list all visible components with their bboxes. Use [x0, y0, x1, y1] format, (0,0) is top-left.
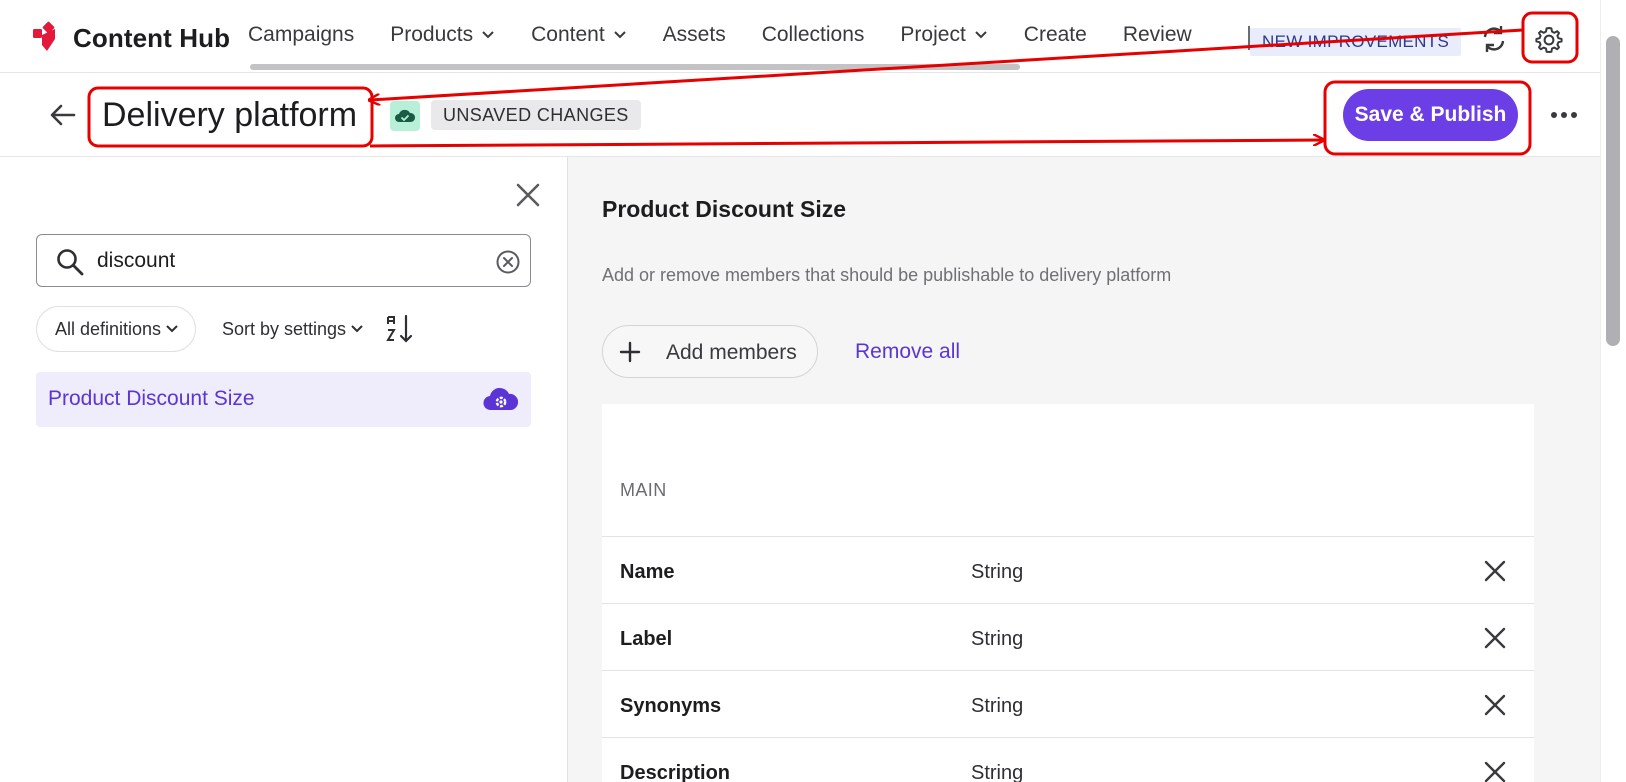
unsaved-changes-badge: UNSAVED CHANGES — [431, 100, 641, 130]
nav-item-label: Content — [531, 23, 605, 46]
back-arrow-icon[interactable] — [46, 98, 80, 132]
sort-label: Sort by settings — [222, 318, 347, 339]
chevron-down-icon — [613, 31, 626, 39]
nav-item-label: Campaigns — [248, 23, 355, 46]
definitions-panel: All definitions Sort by settings Product… — [0, 157, 568, 782]
definitions-filter[interactable]: All definitions — [36, 306, 197, 352]
nav-item-review[interactable]: Review — [1123, 23, 1192, 47]
filter-label: All definitions — [55, 318, 162, 339]
remove-member-icon[interactable] — [1483, 760, 1507, 782]
brand[interactable]: Content Hub — [31, 20, 230, 56]
table-row: Description String — [602, 737, 1534, 782]
nav-item-content[interactable]: Content — [531, 23, 627, 47]
sort-dropdown[interactable]: Sort by settings — [222, 315, 364, 343]
nav-item-products[interactable]: Products — [390, 23, 495, 47]
remove-member-icon[interactable] — [1483, 559, 1507, 583]
members-panel: Product Discount Size Add or remove memb… — [568, 157, 1600, 782]
chevron-down-icon — [166, 325, 178, 333]
member-name: Synonyms — [620, 695, 722, 717]
nav-item-label: Products — [390, 23, 474, 46]
content-hub-logo-icon — [33, 21, 55, 51]
add-members-button[interactable]: Add members — [602, 325, 818, 378]
gear-icon — [1535, 27, 1563, 53]
nav-item-create[interactable]: Create — [1024, 23, 1087, 47]
chevron-down-icon — [975, 31, 987, 39]
members-rows: Name String Label String Synonyms String… — [602, 536, 1534, 782]
table-row: Label String — [602, 603, 1534, 670]
chevron-down-icon — [351, 325, 363, 333]
section-description: Add or remove members that should be pub… — [602, 265, 1172, 285]
save-publish-button[interactable]: Save & Publish — [1343, 89, 1518, 141]
page: Content Hub Campaigns Products Content A… — [0, 0, 1626, 782]
members-table: MAIN Name String Label String Synonyms S… — [602, 404, 1534, 782]
cloud-settings-icon — [483, 387, 519, 411]
member-name: Name — [620, 561, 675, 583]
search-input[interactable] — [97, 243, 477, 279]
section-title: Product Discount Size — [602, 196, 847, 222]
remove-member-icon[interactable] — [1483, 693, 1507, 717]
table-row: Name String — [602, 536, 1534, 603]
close-icon[interactable] — [512, 179, 544, 211]
nav-item-label: Project — [900, 23, 966, 46]
nav-item-label: Create — [1023, 23, 1087, 46]
plus-icon — [619, 341, 641, 363]
member-type: String — [971, 628, 1024, 650]
nav-item-label: Collections — [761, 23, 865, 46]
member-type: String — [971, 762, 1024, 782]
member-type: String — [971, 695, 1024, 717]
nav-item-label: Review — [1122, 23, 1192, 46]
add-members-label: Add members — [666, 341, 797, 364]
more-options-button[interactable] — [1547, 100, 1581, 130]
brand-name: Content Hub — [73, 22, 231, 53]
member-type: String — [971, 561, 1024, 583]
nav-item-campaigns[interactable]: Campaigns — [248, 23, 354, 47]
nav-item-project[interactable]: Project — [900, 23, 987, 47]
remove-member-icon[interactable] — [1483, 626, 1507, 650]
page-scrollbar-thumb[interactable] — [1606, 36, 1620, 346]
sort-az-icon[interactable] — [386, 314, 414, 344]
nav-scrollbar[interactable] — [250, 64, 1020, 70]
definition-item[interactable]: Product Discount Size — [36, 372, 531, 427]
nav-item-assets[interactable]: Assets — [663, 23, 726, 47]
clear-search-icon[interactable] — [495, 249, 521, 275]
nav-menu: Campaigns Products Content Assets Collec… — [248, 18, 1228, 52]
table-row: Synonyms String — [602, 670, 1534, 737]
remove-all-link[interactable]: Remove all — [855, 340, 960, 364]
cloud-check-icon — [395, 109, 416, 122]
settings-button[interactable] — [1527, 18, 1571, 62]
more-horizontal-icon — [1551, 112, 1577, 118]
group-label: MAIN — [620, 480, 667, 500]
search-icon — [57, 249, 84, 276]
nav-item-collections[interactable]: Collections — [762, 23, 865, 47]
sync-icon[interactable] — [1477, 22, 1511, 56]
member-name: Description — [620, 762, 731, 782]
nav-item-label: Assets — [662, 23, 726, 46]
page-title: Delivery platform — [102, 96, 358, 134]
search-box — [36, 234, 531, 287]
new-improvements-badge[interactable]: NEW IMPROVEMENTS — [1250, 28, 1462, 56]
page-header: Delivery platform UNSAVED CHANGES Save &… — [0, 74, 1600, 157]
definition-item-label: Product Discount Size — [48, 387, 255, 410]
member-name: Label — [620, 628, 673, 650]
published-status-badge — [390, 101, 420, 131]
top-navigation: Content Hub Campaigns Products Content A… — [0, 0, 1600, 73]
chevron-down-icon — [482, 31, 494, 39]
